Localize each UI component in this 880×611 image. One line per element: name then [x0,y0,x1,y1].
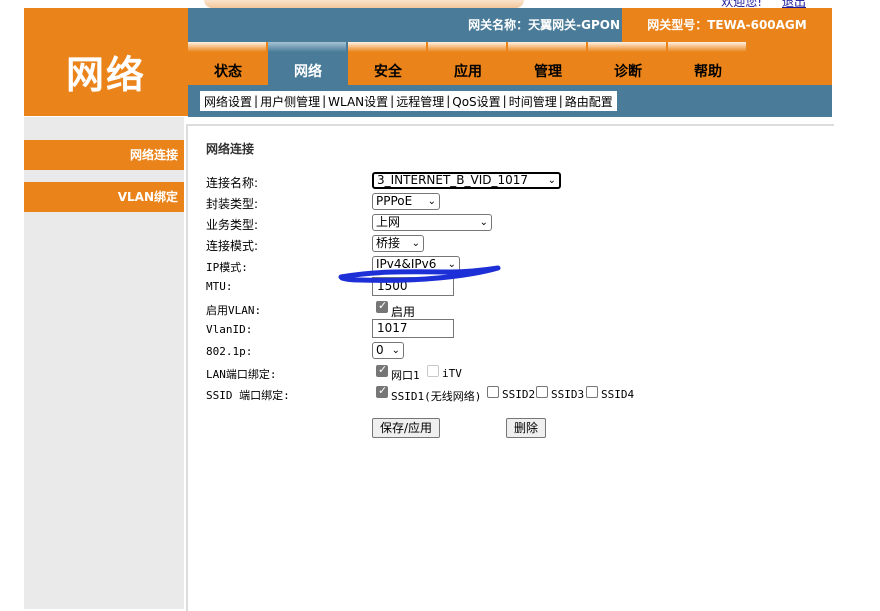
tab-label: 帮助 [694,64,722,80]
subnav-routing[interactable]: 路由配置 [563,93,615,110]
vlan-enable-label: 启用VLAN: [206,304,262,317]
tab-security[interactable]: 安全 [348,42,428,85]
encap-type-label: 封装类型: [206,197,259,211]
chevron-down-icon: ⌄ [427,196,436,207]
sidebar-item-network-connection[interactable]: 网络连接 [24,140,184,170]
service-type-label: 业务类型: [206,218,259,232]
top-decoration [204,0,524,8]
tab-label: 应用 [454,64,482,80]
gateway-name: 网关名称：天翼网关-GPON [468,18,620,32]
tab-help[interactable]: 帮助 [668,42,748,85]
gateway-info-bar: 网关名称：天翼网关-GPON 网关型号：TEWA-600AGM [188,8,832,42]
vlan-enable-text: 启用 [391,305,416,319]
p8021-select[interactable]: 0 ⌄ [372,342,404,359]
lan-port1-checkbox[interactable] [376,363,388,377]
sub-nav: 网络设置 | 用户侧管理 | WLAN设置 | 远程管理 | QoS设置 | 时间管理 | … [200,91,617,111]
gateway-model-box: 网关型号：TEWA-600AGM [622,8,832,42]
subnav-remote[interactable]: 远程管理 [394,93,446,110]
ssid1-label: SSID1(无线网络) [391,390,482,403]
ssid2-label: SSID2 [502,388,536,401]
encap-type-select[interactable]: PPPoE ⌄ [372,193,440,210]
select-value: 0 [376,343,384,357]
connection-mode-label: 连接模式: [206,239,259,253]
tab-label: 网络 [294,64,322,80]
sidebar-item-label: VLAN绑定 [117,190,178,204]
mtu-input[interactable]: 1500 [372,277,454,296]
tab-label: 安全 [374,64,402,80]
ssid3-checkbox[interactable] [536,386,548,398]
subnav-wlan[interactable]: WLAN设置 [326,93,390,110]
ssid-bind-label: SSID 端口绑定: [206,389,290,402]
tab-status[interactable]: 状态 [188,42,268,85]
vlan-id-input[interactable]: 1017 [372,319,454,338]
delete-button[interactable]: 删除 [506,418,546,438]
select-value: 上网 [376,215,401,229]
connection-name-select[interactable]: 3_INTERNET_B_VID_1017 ⌄ [372,172,561,189]
chevron-down-icon: ⌄ [547,175,556,186]
sidebar-item-vlan-binding[interactable]: VLAN绑定 [24,182,184,212]
tab-label: 状态 [214,64,242,80]
ip-mode-select[interactable]: IPv4&IPv6 ⌄ [372,256,460,273]
lan-itv-label: iTV [442,367,462,380]
save-apply-button[interactable]: 保存/应用 [372,418,440,438]
chevron-down-icon: ⌄ [411,238,420,249]
vlan-enable-checkbox[interactable] [376,299,388,313]
chevron-down-icon: ⌄ [391,345,400,356]
sub-nav-bar: 网络设置 | 用户侧管理 | WLAN设置 | 远程管理 | QoS设置 | 时间管理 | … [188,85,832,117]
mtu-label: MTU: [206,280,233,293]
tab-network[interactable]: 网络 [268,42,348,85]
input-value: 1500 [377,279,408,293]
ssid4-checkbox[interactable] [586,386,598,398]
main-tab-bar: 状态 网络 安全 应用 管理 诊断 帮助 [188,42,832,85]
lan-port1-label: 网口1 [391,369,420,382]
select-value: IPv4&IPv6 [376,257,437,271]
sidebar-item-label: 网络连接 [129,148,178,162]
sidebar: 网络连接 VLAN绑定 [24,117,184,609]
input-value: 1017 [377,321,408,335]
page-logo-title: 网络 [65,53,146,97]
ip-mode-label: IP模式: [206,261,248,274]
content-panel: 网络连接 连接名称: 3_INTERNET_B_VID_1017 ⌄ 封装类型: … [186,124,834,611]
ssid3-label: SSID3 [551,388,585,401]
chevron-down-icon: ⌄ [447,259,456,270]
gateway-model: 网关型号：TEWA-600AGM [647,18,807,32]
tab-label: 诊断 [614,64,642,80]
subnav-user-side[interactable]: 用户侧管理 [258,93,322,110]
logo-panel: 网络 [24,8,188,116]
subnav-qos[interactable]: QoS设置 [450,93,502,110]
connection-mode-select[interactable]: 桥接 ⌄ [372,235,424,252]
tab-management[interactable]: 管理 [508,42,588,85]
section-title: 网络连接 [206,142,255,156]
tab-application[interactable]: 应用 [428,42,508,85]
chevron-down-icon: ⌄ [479,217,488,228]
tab-diagnosis[interactable]: 诊断 [588,42,668,85]
select-value: 3_INTERNET_B_VID_1017 [377,173,529,187]
service-type-select[interactable]: 上网 ⌄ [372,214,492,231]
lan-itv-checkbox[interactable] [427,365,439,377]
connection-name-label: 连接名称: [206,176,259,190]
tab-label: 管理 [534,64,562,80]
select-value: 桥接 [376,236,401,250]
ssid2-checkbox[interactable] [487,386,499,398]
subnav-network-settings[interactable]: 网络设置 [202,93,254,110]
ssid1-checkbox[interactable] [376,384,388,398]
select-value: PPPoE [376,194,413,208]
subnav-time[interactable]: 时间管理 [507,93,559,110]
vlan-id-label: VlanID: [206,323,253,336]
ssid4-label: SSID4 [601,388,635,401]
lan-bind-label: LAN端口绑定: [206,368,277,381]
p8021-label: 802.1p: [206,345,253,358]
